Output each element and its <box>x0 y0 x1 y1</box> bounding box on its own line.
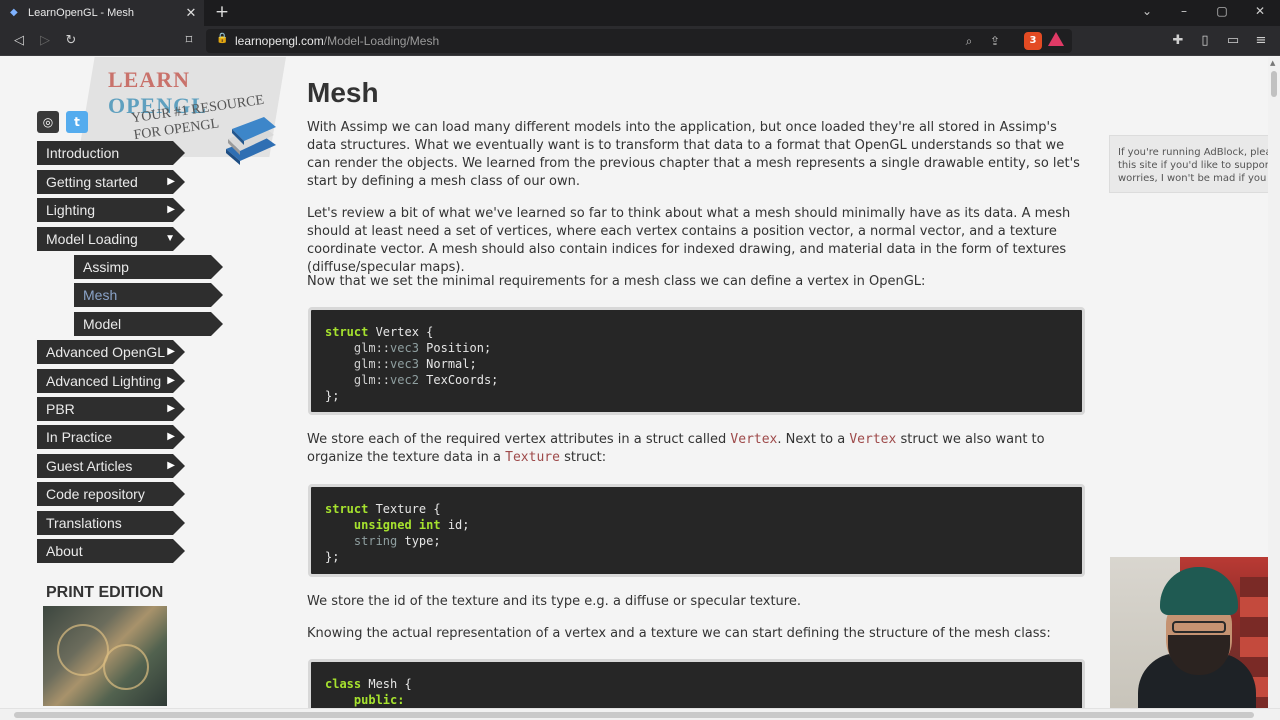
nav-lighting[interactable]: Lighting ▶ <box>37 198 185 222</box>
paragraph-vertex-struct: We store each of the required vertex att… <box>307 432 1045 465</box>
twitter-icon[interactable]: t <box>66 111 88 133</box>
chevron-right-icon: ▶ <box>167 176 175 187</box>
menu-icon[interactable]: ≡ <box>1252 32 1270 50</box>
webcam-overlay <box>1110 557 1280 708</box>
horizontal-scrollbar[interactable] <box>0 708 1280 720</box>
paragraph-review: Let's review a bit of what we've learned… <box>307 206 1071 275</box>
minimize-icon[interactable]: – <box>1175 4 1193 18</box>
page-title: Mesh <box>307 77 379 108</box>
vertical-scrollbar[interactable]: ▲ <box>1268 57 1280 708</box>
rewards-icon[interactable] <box>1048 32 1064 46</box>
nav-about[interactable]: About <box>37 539 185 563</box>
paragraph-texture-id: We store the id of the texture and its t… <box>307 594 801 609</box>
sidebar-icon[interactable]: ▯ <box>1196 32 1214 50</box>
extensions-icon[interactable]: ✚ <box>1169 32 1187 50</box>
tab-search-icon[interactable]: ⌄ <box>1138 4 1156 18</box>
tab-active[interactable]: ◆ LearnOpenGL - Mesh ✕ <box>0 0 204 26</box>
nav-getting-started[interactable]: Getting started ▶ <box>37 170 185 194</box>
chevron-right-icon: ▶ <box>167 460 175 471</box>
nav-advanced-lighting[interactable]: Advanced Lighting ▶ <box>37 369 185 393</box>
code-block-mesh[interactable]: class Mesh { public: <box>308 659 1085 708</box>
maximize-icon[interactable]: ▢ <box>1213 4 1231 18</box>
nav-pbr[interactable]: PBR ▶ <box>37 397 185 421</box>
chevron-right-icon: ▶ <box>167 431 175 442</box>
browser-toolbar: ◁ ▷ ↻ ⌑ 🔒 learnopengl.com/Model-Loading/… <box>0 26 1280 56</box>
paragraph-mesh-class: Knowing the actual representation of a v… <box>307 626 1051 641</box>
address-bar[interactable]: 🔒 learnopengl.com/Model-Loading/Mesh ⌕ ⇪… <box>206 29 1072 53</box>
nav-code-repository[interactable]: Code repository <box>37 482 185 506</box>
nav-in-practice[interactable]: In Practice ▶ <box>37 425 185 449</box>
nav-introduction[interactable]: Introduction <box>37 141 185 165</box>
brave-shields-icon[interactable]: 3 <box>1024 32 1042 50</box>
nav-assimp[interactable]: Assimp <box>74 255 223 279</box>
inline-code-vertex: Vertex <box>730 432 778 447</box>
paragraph-intro: With Assimp we can load many different m… <box>307 120 1080 189</box>
chevron-right-icon: ▶ <box>167 375 175 386</box>
print-edition-cover[interactable] <box>43 606 167 706</box>
chevron-down-icon: ▼ <box>165 233 175 244</box>
tab-title: LearnOpenGL - Mesh <box>28 7 134 19</box>
horizontal-scrollbar-thumb[interactable] <box>14 712 1254 718</box>
nav-model-loading[interactable]: Model Loading ▼ <box>37 227 185 251</box>
nav-model[interactable]: Model <box>74 312 223 336</box>
github-icon[interactable]: ◎ <box>37 111 59 133</box>
code-block-vertex[interactable]: struct Vertex { glm::vec3 Position; glm:… <box>308 307 1085 415</box>
inline-code-vertex: Vertex <box>849 432 897 447</box>
nav-guest-articles[interactable]: Guest Articles ▶ <box>37 454 185 478</box>
nav-translations[interactable]: Translations <box>37 511 185 535</box>
print-edition-heading: PRINT EDITION <box>46 584 164 601</box>
close-window-icon[interactable]: ✕ <box>1251 4 1269 18</box>
back-icon[interactable]: ◁ <box>10 32 28 50</box>
share-icon[interactable]: ⇪ <box>986 32 1004 50</box>
nav-advanced-opengl[interactable]: Advanced OpenGL ▶ <box>37 340 185 364</box>
tab-strip: ◆ LearnOpenGL - Mesh ✕ + ⌄ – ▢ ✕ <box>0 0 1280 26</box>
page-content: LEARN OPENGL YOUR #1 RESOURCE FOR OPENGL … <box>0 57 1280 708</box>
paragraph-requirements: Now that we set the minimal requirements… <box>307 274 926 289</box>
reload-icon[interactable]: ↻ <box>62 32 80 50</box>
favicon-icon: ◆ <box>10 7 18 18</box>
bookmark-icon[interactable]: ⌑ <box>180 32 198 50</box>
code-block-texture[interactable]: struct Texture { unsigned int id; string… <box>308 484 1085 577</box>
forward-icon[interactable]: ▷ <box>36 32 54 50</box>
url-text[interactable]: learnopengl.com/Model-Loading/Mesh <box>235 34 439 48</box>
tab-close-icon[interactable]: ✕ <box>184 6 198 21</box>
chevron-right-icon: ▶ <box>167 346 175 357</box>
inline-code-texture: Texture <box>505 450 560 465</box>
books-icon <box>226 117 276 165</box>
lock-icon: 🔒 <box>216 33 229 44</box>
scroll-up-icon[interactable]: ▲ <box>1270 59 1275 67</box>
adblock-notice: If you're running AdBlock, please this s… <box>1109 135 1280 193</box>
zoom-icon[interactable]: ⌕ <box>960 32 978 50</box>
nav-mesh[interactable]: Mesh <box>74 283 223 307</box>
wallet-icon[interactable]: ▭ <box>1224 32 1242 50</box>
chevron-right-icon: ▶ <box>167 204 175 215</box>
scrollbar-thumb[interactable] <box>1271 71 1277 97</box>
chevron-right-icon: ▶ <box>167 403 175 414</box>
new-tab-button[interactable]: + <box>214 3 230 21</box>
